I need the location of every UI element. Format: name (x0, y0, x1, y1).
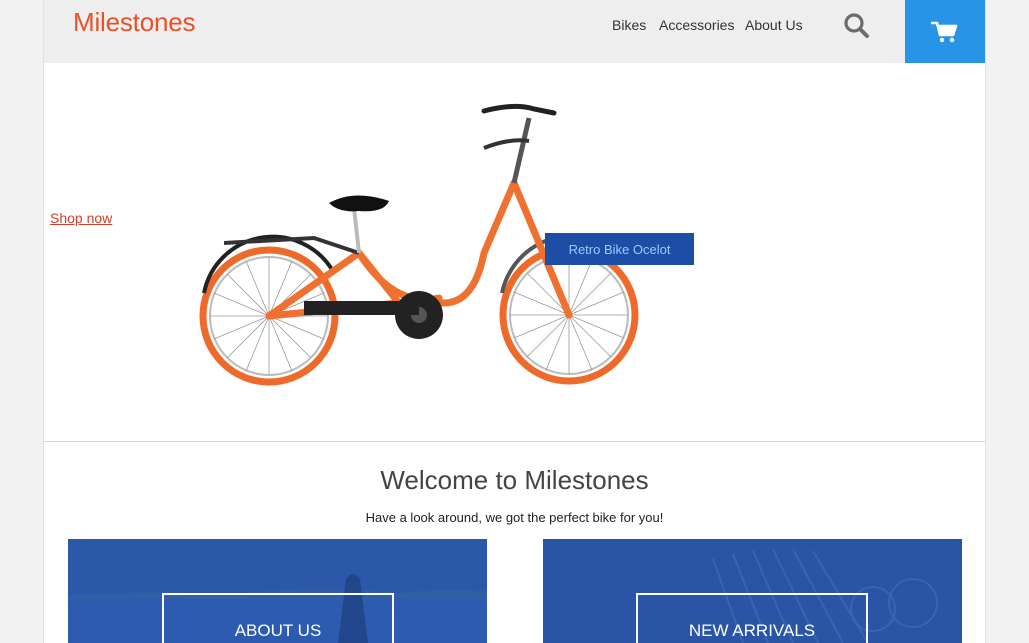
cart-button[interactable] (905, 0, 985, 63)
about-us-label: ABOUT US (162, 593, 394, 643)
search-button[interactable] (842, 11, 872, 41)
search-icon (844, 13, 869, 38)
welcome-title: Welcome to Milestones (380, 465, 649, 495)
nav-item-bikes[interactable]: Bikes (612, 17, 646, 33)
page-container: Milestones Bikes Accessories About Us Sh… (43, 0, 986, 643)
hero-banner: Shop now Retro Bike Ocelot (44, 63, 985, 441)
nav-item-accessories[interactable]: Accessories (659, 17, 734, 33)
new-arrivals-label: NEW ARRIVALS (636, 593, 868, 643)
hero-divider (44, 441, 985, 442)
nav-item-about-us[interactable]: About Us (745, 17, 803, 33)
cart-icon (931, 21, 958, 42)
site-logo[interactable]: Milestones (73, 7, 195, 38)
new-arrivals-tile[interactable]: NEW ARRIVALS (543, 539, 962, 643)
about-us-tile[interactable]: ABOUT US (68, 539, 487, 643)
site-header: Milestones Bikes Accessories About Us (44, 0, 985, 63)
shop-now-link[interactable]: Shop now (50, 210, 112, 226)
product-tag[interactable]: Retro Bike Ocelot (545, 233, 694, 265)
welcome-subtitle: Have a look around, we got the perfect b… (365, 510, 664, 525)
